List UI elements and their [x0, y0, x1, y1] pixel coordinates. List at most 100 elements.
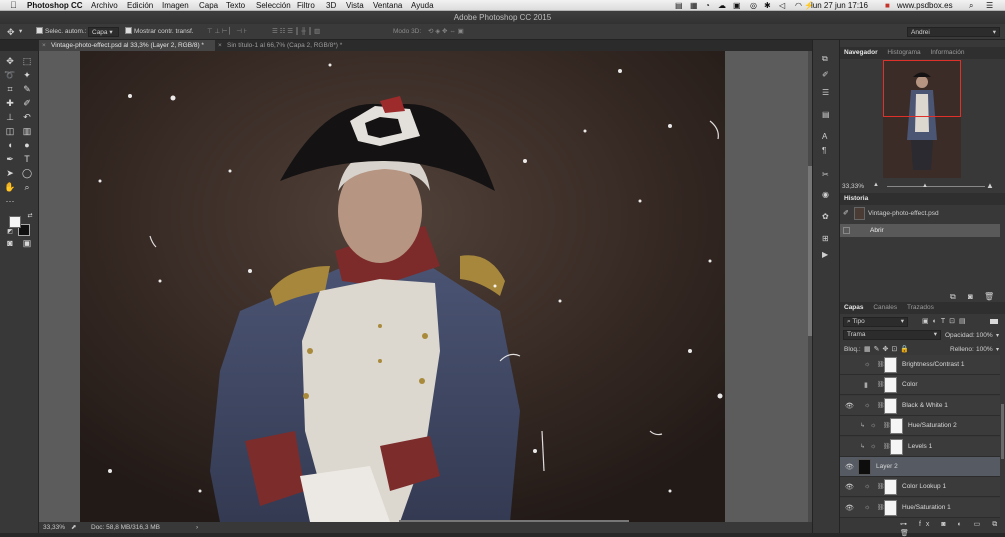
dodge-tool-icon[interactable]: ●	[21, 139, 33, 151]
lasso-tool-icon[interactable]: ➰	[4, 69, 16, 81]
navigator-zoom-handle[interactable]: ▲	[922, 183, 928, 189]
tab-informacion[interactable]: Información	[930, 49, 964, 56]
distribute-buttons[interactable]: ☰ ☷ ☰ ║ ╫ ║ ▥	[272, 27, 320, 37]
delete-state-icon[interactable]: 🗑	[984, 292, 994, 301]
history-panel-title[interactable]: Historia	[844, 195, 868, 202]
menu-seleccion[interactable]: Selección	[256, 0, 291, 11]
more-tools-icon[interactable]: ···	[4, 195, 16, 207]
tray-icon-4[interactable]: ☁	[718, 0, 726, 11]
layer-name[interactable]: Hue/Saturation 2	[908, 422, 957, 429]
tab-capas[interactable]: Capas	[844, 304, 864, 311]
tray-icon-2[interactable]: ▦	[690, 0, 698, 11]
layer-comps-icon[interactable]: ▤	[822, 110, 830, 119]
tab-sin-titulo[interactable]: × Sin título-1 al 66,7% (Capa 2, RGB/8*)…	[215, 40, 365, 51]
zoom-tool-icon[interactable]: ⌕	[21, 181, 33, 193]
magic-wand-tool-icon[interactable]: ✦	[21, 69, 33, 81]
history-step[interactable]: Abrir	[840, 224, 1000, 237]
pen-tool-icon[interactable]: ✒	[4, 153, 16, 165]
zoom-in-icon[interactable]: ▲	[986, 181, 994, 190]
layer-row[interactable]: 👁 ☼ ⛓ Black & White 1	[840, 395, 1000, 416]
filter-toggle[interactable]	[990, 319, 998, 324]
move-tool-icon[interactable]: ✥	[7, 27, 15, 37]
healing-tool-icon[interactable]: ✚	[4, 97, 16, 109]
app-menu[interactable]: Photoshop CC	[27, 0, 83, 11]
apple-icon[interactable]: 	[10, 0, 17, 11]
opacity-chevron-icon[interactable]: ▾	[996, 332, 999, 339]
layer-row[interactable]: 👁 ☼ ⛓ Hue/Saturation 1	[840, 497, 1000, 518]
history-snapshot[interactable]: ✐ Vintage-photo-effect.psd	[840, 206, 1000, 222]
tab-histograma[interactable]: Histograma	[887, 49, 920, 56]
document-image[interactable]	[80, 51, 725, 522]
swatches-icon[interactable]: ◉	[822, 190, 829, 199]
navigator-thumbnail[interactable]	[883, 60, 961, 178]
layer-mask-thumbnail[interactable]	[884, 377, 897, 394]
swap-colors-icon[interactable]: ⇄	[24, 210, 36, 222]
tab-canales[interactable]: Canales	[873, 304, 897, 311]
menu-imagen[interactable]: Imagen	[162, 0, 189, 11]
history-brush-tool-icon[interactable]: ↶	[21, 111, 33, 123]
layer-thumbnail[interactable]	[858, 459, 871, 475]
tools-presets-icon[interactable]: ✂	[822, 170, 829, 179]
menu-archivo[interactable]: Archivo	[91, 0, 118, 11]
marquee-tool-icon[interactable]: ⬚	[21, 55, 33, 67]
layer-name[interactable]: Brightness/Contrast 1	[902, 361, 965, 368]
layer-mask-thumbnail[interactable]	[890, 438, 903, 455]
navigator-zoom-slider[interactable]	[887, 186, 985, 187]
status-menu-chevron-icon[interactable]: ›	[196, 522, 198, 533]
styles-icon[interactable]: ✿	[822, 212, 829, 221]
eyedropper-tool-icon[interactable]: ✎	[21, 83, 33, 95]
tray-icon-5[interactable]: ▣	[733, 0, 741, 11]
layer-row[interactable]: ↳ ☼ ⛓ Levels 1	[840, 436, 1000, 457]
export-icon[interactable]: ⬈	[71, 522, 76, 533]
layer-row[interactable]: 👁 Layer 2	[840, 457, 1000, 477]
tab-vintage-photo[interactable]: × Vintage-photo-effect.psd al 33,3% (Lay…	[39, 40, 215, 51]
menu-texto[interactable]: Texto	[226, 0, 245, 11]
adjustment-layer-icon[interactable]: ☼	[870, 443, 876, 450]
align-buttons[interactable]: ⊤ ⊥ ⊢ ▏ ⊣ ⊦	[207, 27, 247, 37]
history-brush-source-icon[interactable]: ✐	[843, 209, 849, 217]
hand-tool-icon[interactable]: ✋	[4, 181, 16, 193]
3d-mode-icons[interactable]: ⟲ ◈ ✥ ⇔ ▣	[428, 27, 464, 37]
quick-mask-icon[interactable]: ◙	[4, 237, 16, 249]
blur-tool-icon[interactable]: ◖	[4, 139, 16, 151]
navigator-view-frame[interactable]	[883, 60, 961, 117]
properties-icon[interactable]: ⊞	[822, 234, 829, 243]
notification-center-icon[interactable]: ☰	[986, 0, 993, 11]
layer-mask-thumbnail[interactable]	[884, 499, 897, 516]
menu-3d[interactable]: 3D	[326, 0, 336, 11]
layer-name[interactable]: Layer 2	[876, 463, 898, 470]
layer-name[interactable]: Color	[902, 381, 918, 388]
layer-row[interactable]: ↳ ☼ ⛓ Hue/Saturation 2	[840, 416, 1000, 437]
new-snapshot-icon[interactable]: ◙	[968, 292, 973, 301]
layer-mask-thumbnail[interactable]	[890, 418, 903, 435]
clone-stamp-tool-icon[interactable]: ⊥	[4, 111, 16, 123]
layer-filter-icons[interactable]: ▣◐T⊡▤	[922, 317, 970, 325]
fill-chevron-icon[interactable]: ▾	[996, 346, 999, 353]
volume-icon[interactable]: ◁	[779, 0, 785, 11]
layer-mask-thumbnail[interactable]	[884, 397, 897, 414]
close-icon[interactable]: ×	[218, 40, 222, 51]
adjustment-layer-icon[interactable]: ☼	[864, 402, 870, 409]
canvas-area[interactable]	[39, 51, 812, 522]
visibility-eye-icon[interactable]: 👁	[845, 504, 854, 512]
gradient-tool-icon[interactable]: ▥	[21, 125, 33, 137]
menu-edicion[interactable]: Edición	[127, 0, 153, 11]
layer-name[interactable]: Hue/Saturation 1	[902, 504, 951, 511]
tray-icon-3[interactable]: ◔	[705, 0, 710, 11]
menubar-clock[interactable]: lun 27 jun 17:16	[811, 0, 868, 11]
brush-presets-icon[interactable]: ✐	[822, 70, 829, 79]
layer-name[interactable]: Color Lookup 1	[902, 483, 946, 490]
adjustment-layer-icon[interactable]: ☼	[864, 483, 870, 490]
screen-mode-icon[interactable]: ▣	[21, 237, 33, 249]
layer-mask-thumbnail[interactable]	[884, 357, 897, 373]
zoom-level[interactable]: 33,33%	[43, 522, 65, 533]
history-panel-icon[interactable]: ⧉	[822, 54, 828, 64]
visibility-eye-icon[interactable]: 👁	[845, 402, 854, 410]
fill-layer-icon[interactable]: ▮	[864, 381, 868, 389]
layer-row[interactable]: ▮ ⛓ Color	[840, 375, 1000, 396]
layers-footer-icons[interactable]: ⊶ fx ◙ ◐ ▭ ⧉ 🗑	[900, 520, 1005, 537]
menu-ventana[interactable]: Ventana	[373, 0, 402, 11]
fill-value[interactable]: 100%	[976, 346, 993, 353]
tab-navegador[interactable]: Navegador	[844, 49, 878, 56]
target-dropdown[interactable]: Capa ▾	[88, 27, 119, 37]
